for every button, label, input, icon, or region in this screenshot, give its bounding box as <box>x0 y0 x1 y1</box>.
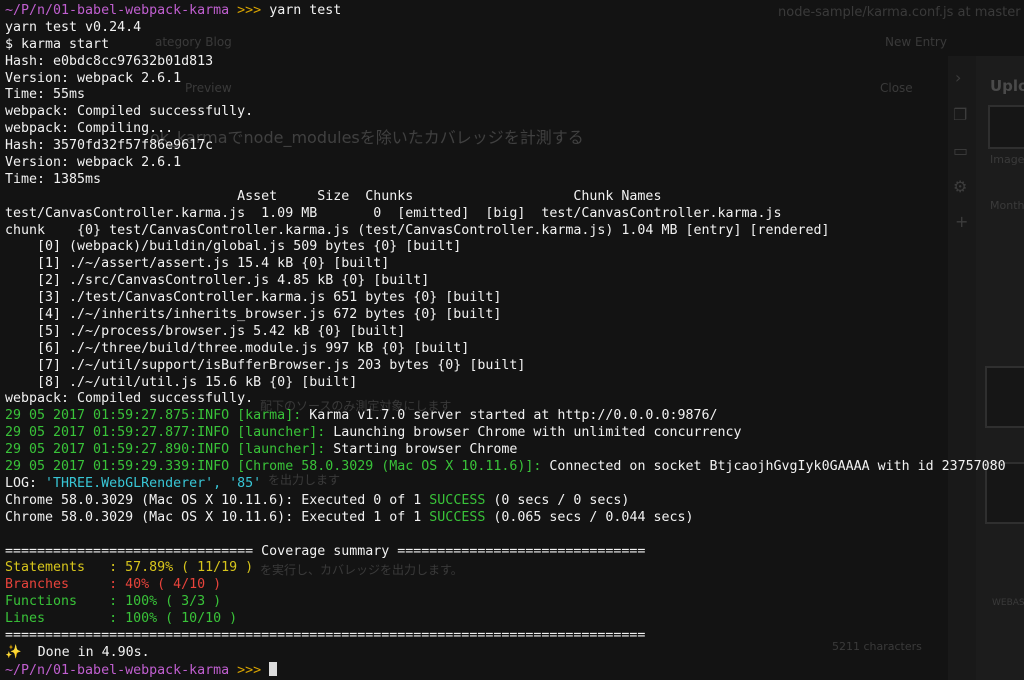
output-line: Version: webpack 2.6.1 <box>5 155 182 171</box>
log-timestamp: 29 05 2017 01:59:27.877:INFO [launcher]: <box>5 425 326 441</box>
module-line: [6] ./~/three/build/three.module.js 997 … <box>5 340 470 356</box>
prompt-path: ~/P/n/01-babel-webpack-karma <box>5 3 230 18</box>
chunk-line: chunk {0} test/CanvasController.karma.js… <box>5 222 830 238</box>
output-line: Version: webpack 2.6.1 <box>5 70 182 86</box>
coverage-footer: ========================================… <box>5 627 646 643</box>
log-message: Launching browser Chrome with unlimited … <box>325 425 742 441</box>
karma-info-line: 29 05 2017 01:59:27.877:INFO [launcher]:… <box>5 425 1024 442</box>
command-text: yarn test <box>261 3 342 18</box>
karma-info-line: 29 05 2017 01:59:29.339:INFO [Chrome 58.… <box>5 459 1024 476</box>
test-result-prefix: Chrome 58.0.3029 (Mac OS X 10.11.6): Exe… <box>5 492 430 508</box>
output-line: Time: 1385ms <box>5 171 102 187</box>
test-result-suffix: (0 secs / 0 secs) <box>485 492 630 508</box>
prompt-arrows: >>> <box>237 662 262 678</box>
coverage-functions: Functions : 100% ( 3/3 ) <box>5 594 222 610</box>
coverage-branches: Branches : 40% ( 4/10 ) <box>5 577 222 593</box>
test-result-line: Chrome 58.0.3029 (Mac OS X 10.11.6): Exe… <box>5 510 1024 527</box>
output-line: $ karma start <box>5 36 110 52</box>
log-timestamp: 29 05 2017 01:59:29.339:INFO [Chrome 58.… <box>5 459 542 475</box>
module-line: [3] ./test/CanvasController.karma.js 651… <box>5 290 502 306</box>
asset-table-row: test/CanvasController.karma.js 1.09 MB 0… <box>5 205 782 221</box>
module-line: [8] ./~/util/util.js 15.6 kB {0} [built] <box>5 374 358 390</box>
log-message: Starting browser Chrome <box>325 442 518 458</box>
success-status: SUCCESS <box>429 492 486 508</box>
asset-table-header: Asset Size Chunks Chunk Names <box>5 188 662 204</box>
coverage-header: =============================== Coverage… <box>5 543 646 559</box>
coverage-statements: Statements : 57.89% ( 11/19 ) <box>5 560 254 576</box>
prompt-line: ~/P/n/01-babel-webpack-karma >>> yarn te… <box>5 3 1024 20</box>
log-value: 'THREE.WebGLRenderer', '85' <box>45 475 262 491</box>
prompt-line[interactable]: ~/P/n/01-babel-webpack-karma >>> <box>5 661 1024 679</box>
done-line: ✨ Done in 4.90s. <box>5 644 150 660</box>
terminal-cursor[interactable] <box>269 661 278 676</box>
module-line: [4] ./~/inherits/inherits_browser.js 672… <box>5 307 502 323</box>
output-line: Time: 55ms <box>5 87 86 103</box>
console-log-line: LOG: 'THREE.WebGLRenderer', '85' <box>5 476 1024 493</box>
output-line: yarn test v0.24.4 <box>5 19 142 35</box>
prompt-path: ~/P/n/01-babel-webpack-karma <box>5 662 230 678</box>
karma-info-line: 29 05 2017 01:59:27.875:INFO [karma]: Ka… <box>5 408 1024 425</box>
terminal-window[interactable]: ~/P/n/01-babel-webpack-karma >>> yarn te… <box>0 0 1024 680</box>
coverage-lines: Lines : 100% ( 10/10 ) <box>5 611 238 627</box>
karma-info-line: 29 05 2017 01:59:27.890:INFO [launcher]:… <box>5 442 1024 459</box>
output-line: webpack: Compiled successfully. <box>5 391 254 407</box>
log-message: Karma v1.7.0 server started at http://0.… <box>301 408 718 424</box>
log-timestamp: 29 05 2017 01:59:27.890:INFO [launcher]: <box>5 442 326 458</box>
log-message: Connected on socket BtjcaojhGvgIyk0GAAAA… <box>541 459 1006 475</box>
module-line: [1] ./~/assert/assert.js 15.4 kB {0} [bu… <box>5 256 390 272</box>
prompt-arrows: >>> <box>237 3 262 18</box>
log-timestamp: 29 05 2017 01:59:27.875:INFO [karma]: <box>5 408 302 424</box>
output-line: Hash: e0bdc8cc97632b01d813 <box>5 53 214 69</box>
module-line: [2] ./src/CanvasController.js 4.85 kB {0… <box>5 273 430 289</box>
test-result-prefix: Chrome 58.0.3029 (Mac OS X 10.11.6): Exe… <box>5 509 430 525</box>
output-line: webpack: Compiling... <box>5 121 174 137</box>
output-line: Hash: 3570fd32f57f86e9617c <box>5 138 214 154</box>
success-status: SUCCESS <box>429 509 486 525</box>
log-prefix: LOG: <box>5 475 46 491</box>
output-line: webpack: Compiled successfully. <box>5 104 254 120</box>
test-result-line: Chrome 58.0.3029 (Mac OS X 10.11.6): Exe… <box>5 493 1024 510</box>
test-result-suffix: (0.065 secs / 0.044 secs) <box>485 509 694 525</box>
module-line: [0] (webpack)/buildin/global.js 509 byte… <box>5 239 462 255</box>
module-line: [5] ./~/process/browser.js 5.42 kB {0} [… <box>5 323 406 339</box>
module-line: [7] ./~/util/support/isBufferBrowser.js … <box>5 357 526 373</box>
